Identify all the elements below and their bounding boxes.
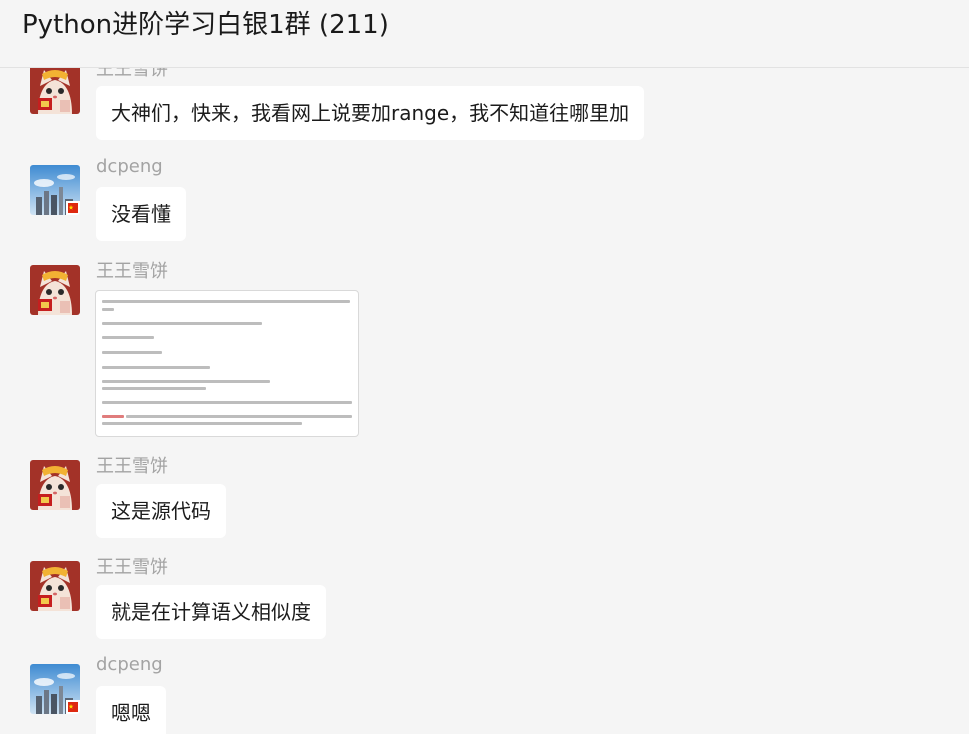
cat-avatar[interactable]: [30, 460, 80, 510]
message-bubble[interactable]: 嗯嗯: [96, 686, 166, 734]
city-avatar-icon: [30, 664, 80, 714]
message-list[interactable]: 王王雪饼 大神们，快来，我看网上说要加range，我不知道往哪里加 dcpeng…: [0, 68, 969, 734]
message-bubble[interactable]: 就是在计算语义相似度: [96, 585, 326, 639]
sender-name[interactable]: 王王雪饼: [96, 257, 168, 283]
cat-avatar-icon: [30, 561, 80, 611]
cat-avatar-icon: [30, 460, 80, 510]
message-bubble[interactable]: 大神们，快来，我看网上说要加range，我不知道往哪里加: [96, 86, 645, 140]
sender-name[interactable]: 王王雪饼: [96, 553, 168, 579]
code-screenshot-image[interactable]: [95, 290, 359, 437]
cat-avatar-icon: [30, 265, 80, 315]
city-avatar[interactable]: [30, 165, 80, 215]
sender-name[interactable]: 王王雪饼: [96, 452, 168, 478]
city-avatar-icon: [30, 165, 80, 215]
message-bubble[interactable]: 这是源代码: [96, 484, 226, 538]
sender-name[interactable]: 王王雪饼: [96, 68, 168, 81]
cat-avatar-icon: [30, 68, 80, 114]
city-avatar[interactable]: [30, 664, 80, 714]
sender-name[interactable]: dcpeng: [96, 156, 163, 177]
message-bubble[interactable]: 没看懂: [96, 187, 186, 241]
sender-name[interactable]: dcpeng: [96, 654, 163, 675]
chat-title: Python进阶学习白银1群 (211): [22, 10, 389, 40]
cat-avatar[interactable]: [30, 68, 80, 114]
chat-header: Python进阶学习白银1群 (211): [0, 0, 969, 68]
cat-avatar[interactable]: [30, 265, 80, 315]
cat-avatar[interactable]: [30, 561, 80, 611]
